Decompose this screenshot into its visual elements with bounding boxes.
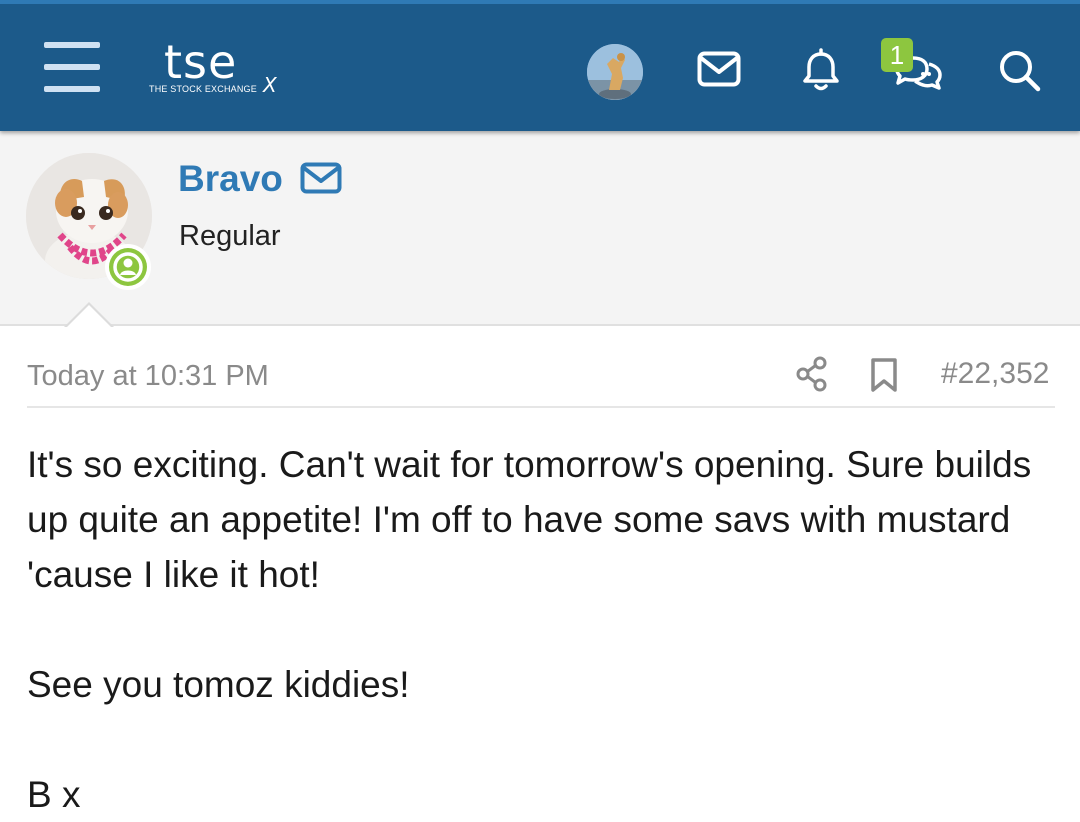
post-number-link[interactable]: #22,352 bbox=[941, 356, 1049, 392]
post-date[interactable]: Today at 10:31 PM bbox=[27, 358, 269, 394]
avatar-image bbox=[587, 44, 643, 100]
bookmark-icon[interactable] bbox=[870, 357, 898, 393]
post-paragraph: It's so exciting. Can't wait for tomorro… bbox=[27, 444, 1032, 595]
account-avatar[interactable] bbox=[587, 44, 643, 100]
user-title: Regular bbox=[179, 220, 281, 252]
logo-text: tse bbox=[164, 35, 238, 89]
menu-icon[interactable] bbox=[44, 42, 100, 94]
top-nav-bar: tse THE STOCK EXCHANGE X 1 bbox=[0, 0, 1080, 131]
post-signoff: B x bbox=[27, 774, 81, 815]
post-user-header: Bravo Regular bbox=[0, 131, 1080, 326]
post-body: It's so exciting. Can't wait for tomorro… bbox=[27, 437, 1057, 822]
divider bbox=[27, 406, 1055, 408]
site-logo[interactable]: tse THE STOCK EXCHANGE X bbox=[148, 36, 288, 106]
mail-icon[interactable] bbox=[697, 51, 741, 87]
online-status-icon bbox=[105, 244, 151, 290]
username-link[interactable]: Bravo bbox=[178, 157, 283, 201]
post-paragraph: See you tomoz kiddies! bbox=[27, 664, 410, 705]
logo-suffix: X bbox=[263, 73, 277, 97]
header-pointer-fill bbox=[66, 305, 112, 328]
share-icon[interactable] bbox=[796, 356, 828, 392]
search-icon[interactable] bbox=[998, 49, 1042, 93]
logo-subtitle: THE STOCK EXCHANGE bbox=[149, 84, 257, 94]
bell-icon[interactable] bbox=[801, 48, 841, 92]
message-user-icon[interactable] bbox=[300, 162, 342, 194]
conversations-badge: 1 bbox=[881, 38, 913, 72]
